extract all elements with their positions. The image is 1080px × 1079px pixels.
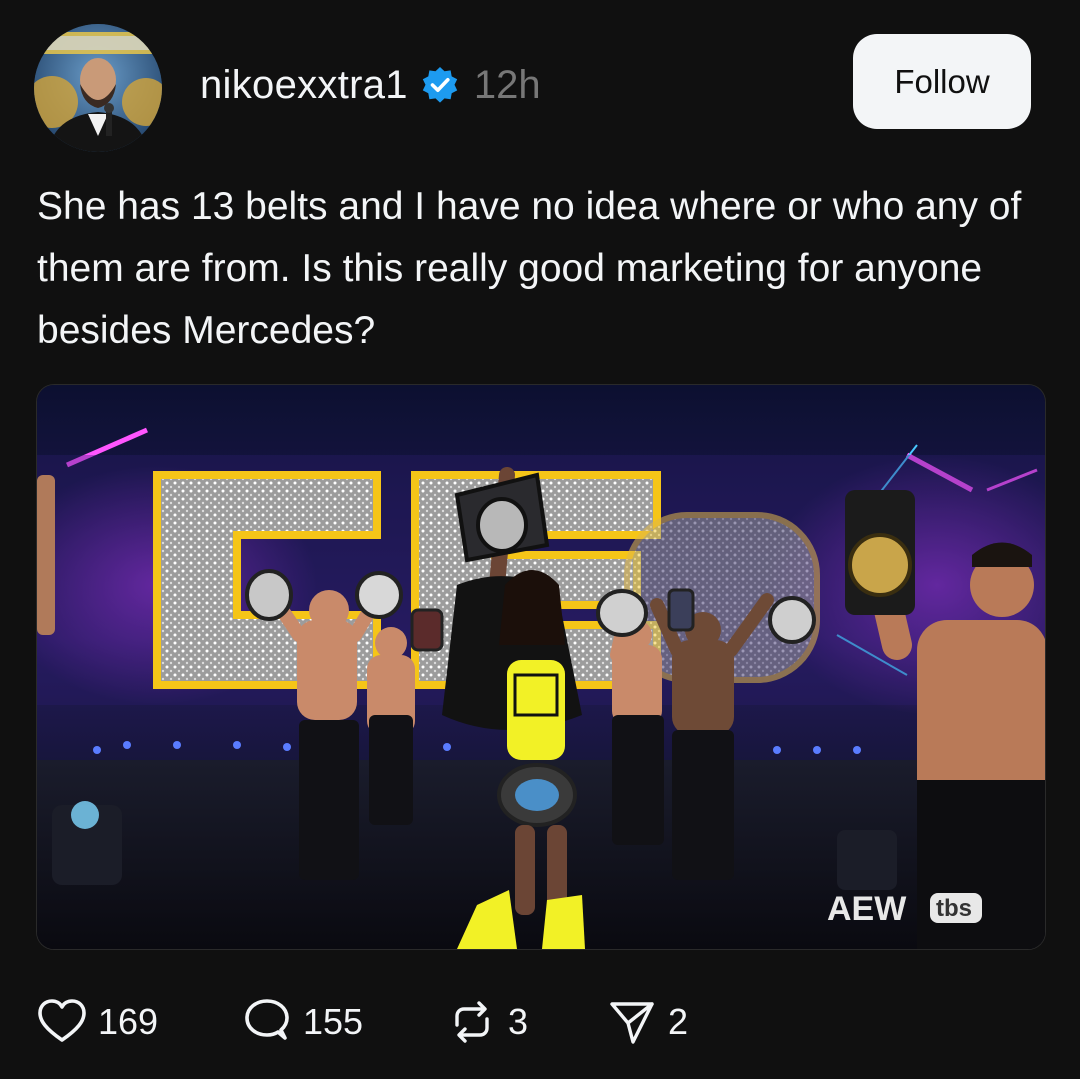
repost-arrows-icon <box>446 996 498 1048</box>
media-watermark-tbs: tbs <box>936 895 972 922</box>
verified-badge-icon <box>420 65 460 105</box>
post-body-text: She has 13 belts and I have no idea wher… <box>37 185 1022 352</box>
follow-button[interactable]: Follow <box>853 34 1031 129</box>
media-watermark-aew: AEW <box>827 890 907 928</box>
username[interactable]: nikoexxtra1 <box>200 63 408 108</box>
post-media-image[interactable]: AEW tbs <box>36 384 1046 950</box>
share-count: 2 <box>668 1001 689 1042</box>
repost-count: 3 <box>508 1001 529 1042</box>
speech-bubble-icon <box>241 996 293 1048</box>
reply-button[interactable]: 155 <box>241 996 446 1048</box>
wrestling-stage-photo: AEW tbs <box>37 385 1045 949</box>
repost-button[interactable]: 3 <box>446 996 606 1048</box>
thread-post: nikoexxtra1 12h Follow She has 13 belts … <box>0 0 1080 1079</box>
post-header: nikoexxtra1 12h <box>200 55 541 115</box>
post-timestamp: 12h <box>473 62 541 107</box>
paper-plane-icon <box>606 996 658 1048</box>
heart-icon <box>36 996 88 1048</box>
share-button[interactable]: 2 <box>606 996 726 1048</box>
like-button[interactable]: 169 <box>36 996 241 1048</box>
like-count: 169 <box>98 1001 159 1042</box>
avatar-image <box>34 24 162 152</box>
avatar[interactable] <box>34 24 162 152</box>
post-actions-bar: 169 155 3 2 <box>36 990 726 1054</box>
reply-count: 155 <box>303 1001 364 1042</box>
